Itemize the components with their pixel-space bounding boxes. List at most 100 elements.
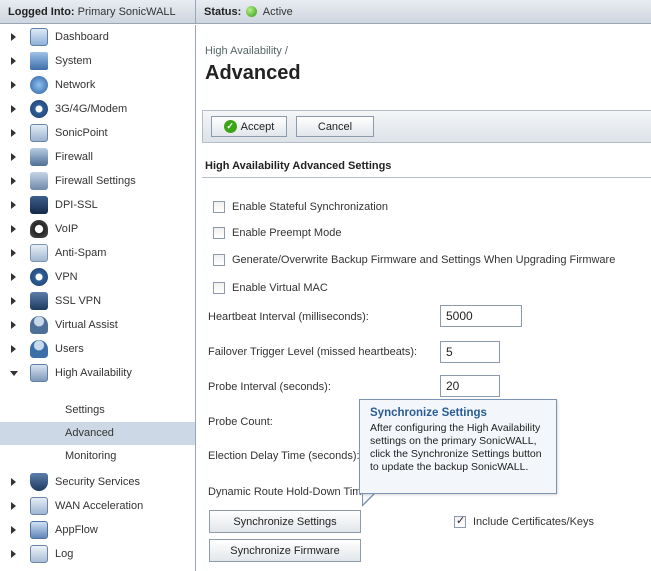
synchronize-firmware-button[interactable]: Synchronize Firmware [209,539,361,562]
probe-interval-input[interactable] [440,375,500,397]
preempt-mode-option[interactable]: Enable Preempt Mode [213,225,341,241]
probe-interval-label: Probe Interval (seconds): [208,381,331,393]
sidebar-subitem-advanced[interactable]: Advanced [0,422,195,445]
expand-arrow-icon[interactable] [11,33,16,41]
sidebar-item-firewall-settings[interactable]: Firewall Settings [0,169,195,193]
sidebar-item-label: High Availability [55,367,132,379]
expand-arrow-icon[interactable] [11,177,16,185]
sidebar-nav: Dashboard System Network 3G/4G/Modem Son… [0,25,196,571]
sidebar-item-label: Users [55,343,84,355]
wan-acceleration-icon [30,497,48,515]
sidebar-item-label: SSL VPN [55,295,102,307]
expand-arrow-icon[interactable] [11,81,16,89]
section-title: High Availability Advanced Settings [205,160,392,172]
login-status-bar: Logged Into: Primary SonicWALL [0,0,196,24]
expand-arrow-icon[interactable] [11,153,16,161]
users-icon [30,340,48,358]
sidebar-item-log[interactable]: Log [0,542,195,566]
high-availability-icon [30,364,48,382]
sidebar-item-vpn[interactable]: VPN [0,265,195,289]
failover-trigger-label: Failover Trigger Level (missed heartbeat… [208,346,418,358]
sync-settings-tooltip: Synchronize Settings After configuring t… [359,399,557,494]
accept-button[interactable]: ✓ Accept [211,116,287,137]
sidebar-item-wan-acceleration[interactable]: WAN Acceleration [0,494,195,518]
sidebar-item-firewall[interactable]: Firewall [0,145,195,169]
stateful-sync-checkbox[interactable] [213,201,225,213]
sidebar-subitem-monitoring[interactable]: Monitoring [0,445,195,468]
preempt-mode-checkbox[interactable] [213,227,225,239]
expand-arrow-icon[interactable] [11,105,16,113]
expand-arrow-icon[interactable] [11,526,16,534]
expand-arrow-icon[interactable] [11,297,16,305]
sidebar-item-label: DPI-SSL [55,199,98,211]
synchronize-settings-button[interactable]: Synchronize Settings [209,510,361,533]
action-toolbar: ✓ Accept Cancel [202,110,651,143]
expand-arrow-icon[interactable] [11,225,16,233]
virtual-assist-icon [30,316,48,334]
sidebar-item-label: Firewall [55,151,93,163]
sidebar-item-label: System [55,55,92,67]
expand-arrow-icon[interactable] [11,129,16,137]
failover-trigger-input[interactable] [440,341,500,363]
sidebar-item-ssl-vpn[interactable]: SSL VPN [0,289,195,313]
modem-icon [30,100,48,118]
logged-into-label: Logged Into: [8,6,75,18]
expand-arrow-icon[interactable] [11,201,16,209]
backup-firmware-option[interactable]: Generate/Overwrite Backup Firmware and S… [213,252,615,268]
virtual-mac-checkbox[interactable] [213,282,225,294]
sidebar-item-label: SonicPoint [55,127,108,139]
sidebar-item-security-services[interactable]: Security Services [0,470,195,494]
expand-arrow-icon[interactable] [11,502,16,510]
tooltip-body: After configuring the High Availability … [370,422,542,473]
expand-arrow-icon[interactable] [11,550,16,558]
section-divider [202,177,651,178]
expand-arrow-icon[interactable] [11,345,16,353]
cancel-button[interactable]: Cancel [296,116,374,137]
virtual-mac-option[interactable]: Enable Virtual MAC [213,280,328,296]
sidebar-item-system[interactable]: System [0,49,195,73]
accept-button-label: Accept [240,120,275,133]
status-value: Active [262,6,293,18]
sidebar-item-label: Log [55,548,74,560]
tooltip-title: Synchronize Settings [370,407,487,419]
sidebar-item-network[interactable]: Network [0,73,195,97]
checkbox-label: Include Certificates/Keys [473,516,595,528]
sidebar-item-label: Firewall Settings [55,175,136,187]
sidebar-item-label: Virtual Assist [55,319,118,331]
checkbox-label: Enable Stateful Synchronization [232,201,388,213]
sidebar-item-high-availability[interactable]: High Availability [0,361,195,385]
sidebar-item-anti-spam[interactable]: Anti-Spam [0,241,195,265]
system-icon [30,52,48,70]
firewall-icon [30,148,48,166]
sidebar-item-label: WAN Acceleration [55,500,144,512]
sidebar-item-dashboard[interactable]: Dashboard [0,25,195,49]
stateful-sync-option[interactable]: Enable Stateful Synchronization [213,199,388,215]
log-icon [30,545,48,563]
sidebar-item-modem[interactable]: 3G/4G/Modem [0,97,195,121]
dpi-ssl-icon [30,196,48,214]
sidebar-item-voip[interactable]: VoIP [0,217,195,241]
sidebar-subitem-label: Advanced [65,427,114,439]
sidebar-subitem-settings[interactable]: Settings [0,399,195,422]
expand-arrow-icon[interactable] [11,273,16,281]
expand-arrow-icon[interactable] [11,321,16,329]
sidebar-item-label: 3G/4G/Modem [55,103,128,115]
security-services-icon [30,473,48,491]
expand-arrow-icon[interactable] [11,249,16,257]
include-certificates-checkbox[interactable] [454,514,466,528]
include-certificates-option[interactable]: Include Certificates/Keys [454,514,594,530]
checkbox-label: Generate/Overwrite Backup Firmware and S… [232,254,616,266]
heartbeat-interval-input[interactable] [440,305,522,327]
breadcrumb[interactable]: High Availability / [205,45,288,57]
dashboard-icon [30,28,48,46]
status-active-icon [246,6,258,17]
backup-firmware-checkbox[interactable] [213,254,225,266]
sidebar-item-virtual-assist[interactable]: Virtual Assist [0,313,195,337]
expand-arrow-icon[interactable] [11,478,16,486]
sidebar-item-sonicpoint[interactable]: SonicPoint [0,121,195,145]
sidebar-item-dpi-ssl[interactable]: DPI-SSL [0,193,195,217]
sidebar-item-users[interactable]: Users [0,337,195,361]
expand-arrow-icon[interactable] [11,57,16,65]
sidebar-item-appflow[interactable]: AppFlow [0,518,195,542]
collapse-arrow-icon[interactable] [10,371,18,376]
